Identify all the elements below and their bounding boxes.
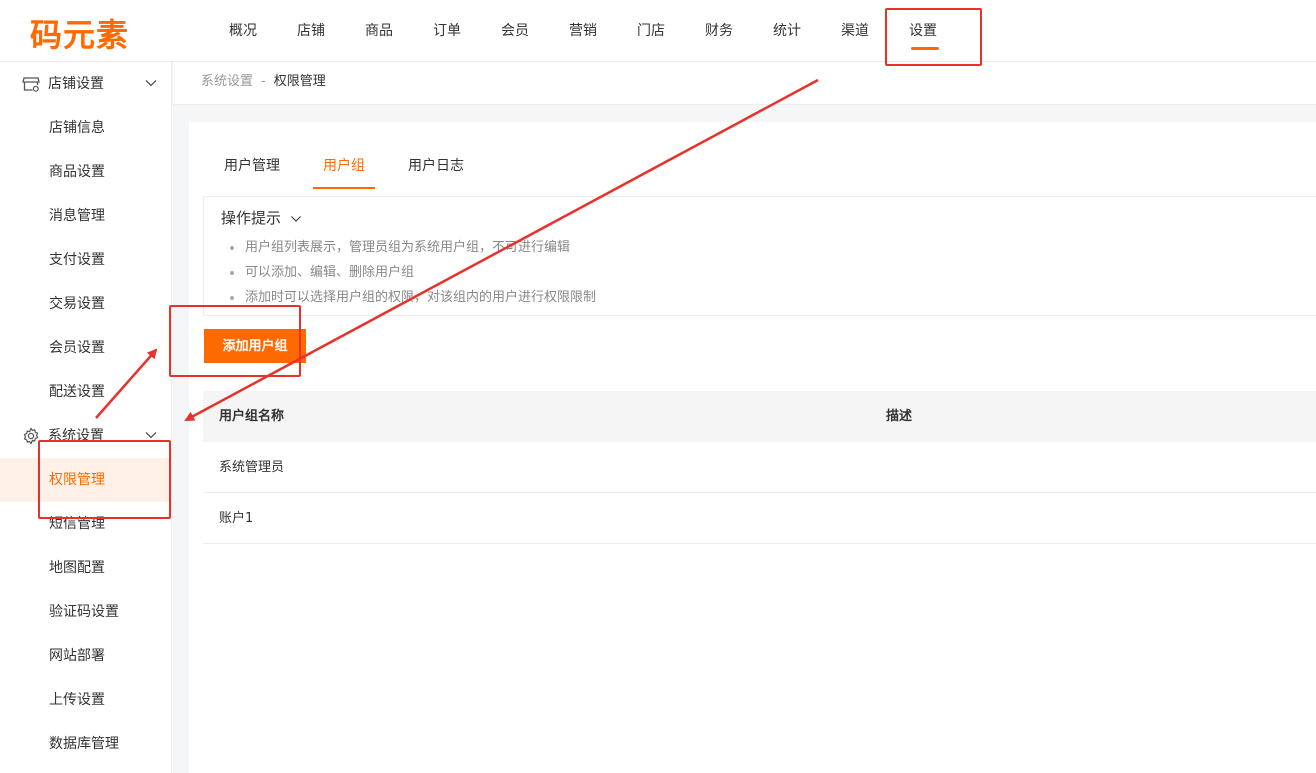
breadcrumb-separator: - xyxy=(261,74,266,89)
table-header: 用户组名称 描述 xyxy=(203,391,1316,442)
tips-title: 操作提示 xyxy=(221,209,282,227)
annotation-box-add-button xyxy=(169,305,301,377)
annotation-box-permission xyxy=(38,440,171,519)
user-group-table: 用户组名称 描述 系统管理员 账户1 xyxy=(203,391,1316,544)
cell-group-name: 系统管理员 xyxy=(219,460,285,475)
column-header-description: 描述 xyxy=(886,409,913,424)
tab-bar: 用户管理 用户组 用户日志 xyxy=(204,147,487,189)
sidebar-item-database-management[interactable]: 数据库管理 xyxy=(0,722,172,766)
tips-list: 用户组列表展示，管理员组为系统用户组，不可进行编辑 可以添加、编辑、删除用户组 … xyxy=(228,235,596,310)
tips-toggle[interactable]: 操作提示 xyxy=(221,207,302,228)
sidebar-item-site-deploy[interactable]: 网站部署 xyxy=(0,634,172,678)
tip-item: 可以添加、编辑、删除用户组 xyxy=(228,260,596,285)
column-header-group-name: 用户组名称 xyxy=(219,409,285,424)
operation-tips: 操作提示 用户组列表展示，管理员组为系统用户组，不可进行编辑 可以添加、编辑、删… xyxy=(203,196,1316,316)
main-panel: 用户管理 用户组 用户日志 操作提示 用户组列表展示，管理员组为系统用户组，不可… xyxy=(189,122,1316,773)
nav-item-members[interactable]: 会员 xyxy=(481,0,549,62)
sidebar-item-upload-settings[interactable]: 上传设置 xyxy=(0,678,172,722)
table-row[interactable]: 账户1 xyxy=(203,493,1316,544)
nav-item-channels[interactable]: 渠道 xyxy=(821,0,889,62)
brand-logo[interactable]: 码元素 xyxy=(30,10,129,56)
top-nav: 概况 店铺 商品 订单 会员 营销 门店 财务 统计 渠道 设置 xyxy=(209,0,957,62)
sidebar-item-goods-settings[interactable]: 商品设置 xyxy=(0,150,172,194)
nav-item-statistics[interactable]: 统计 xyxy=(753,0,821,62)
sidebar-item-trade-settings[interactable]: 交易设置 xyxy=(0,282,172,326)
nav-item-orders[interactable]: 订单 xyxy=(413,0,481,62)
sidebar: 店铺设置 店铺信息 商品设置 消息管理 支付设置 交易设置 会员设置 配送设置 … xyxy=(0,62,172,773)
store-icon xyxy=(22,77,40,92)
sidebar-group-label: 店铺设置 xyxy=(48,76,104,92)
breadcrumb: 系统设置 - 权限管理 xyxy=(173,62,1316,105)
tab-user-log[interactable]: 用户日志 xyxy=(388,147,484,189)
table-row[interactable]: 系统管理员 xyxy=(203,442,1316,493)
sidebar-item-payment-settings[interactable]: 支付设置 xyxy=(0,238,172,282)
sidebar-group-shop-settings[interactable]: 店铺设置 xyxy=(0,62,172,106)
chevron-down-icon xyxy=(145,80,157,87)
tip-item: 用户组列表展示，管理员组为系统用户组，不可进行编辑 xyxy=(228,235,596,260)
chevron-down-icon xyxy=(290,215,301,222)
sidebar-item-map-config[interactable]: 地图配置 xyxy=(0,546,172,590)
top-bar: 码元素 概况 店铺 商品 订单 会员 营销 门店 财务 统计 渠道 设置 xyxy=(0,0,1316,62)
sidebar-item-member-settings[interactable]: 会员设置 xyxy=(0,326,172,370)
tab-user-group[interactable]: 用户组 xyxy=(303,147,385,189)
sidebar-item-shop-info[interactable]: 店铺信息 xyxy=(0,106,172,150)
sidebar-item-captcha-settings[interactable]: 验证码设置 xyxy=(0,590,172,634)
sidebar-item-message-management[interactable]: 消息管理 xyxy=(0,194,172,238)
tab-user-management[interactable]: 用户管理 xyxy=(204,147,300,189)
nav-item-goods[interactable]: 商品 xyxy=(345,0,413,62)
nav-item-shop[interactable]: 店铺 xyxy=(277,0,345,62)
nav-item-finance[interactable]: 财务 xyxy=(685,0,753,62)
annotation-box-settings xyxy=(885,8,982,66)
sidebar-item-delivery-settings[interactable]: 配送设置 xyxy=(0,370,172,414)
cell-group-name: 账户1 xyxy=(219,511,254,526)
nav-item-marketing[interactable]: 营销 xyxy=(549,0,617,62)
breadcrumb-parent[interactable]: 系统设置 xyxy=(201,74,253,89)
breadcrumb-current: 权限管理 xyxy=(273,74,326,89)
nav-item-stores[interactable]: 门店 xyxy=(617,0,685,62)
nav-item-overview[interactable]: 概况 xyxy=(209,0,277,62)
